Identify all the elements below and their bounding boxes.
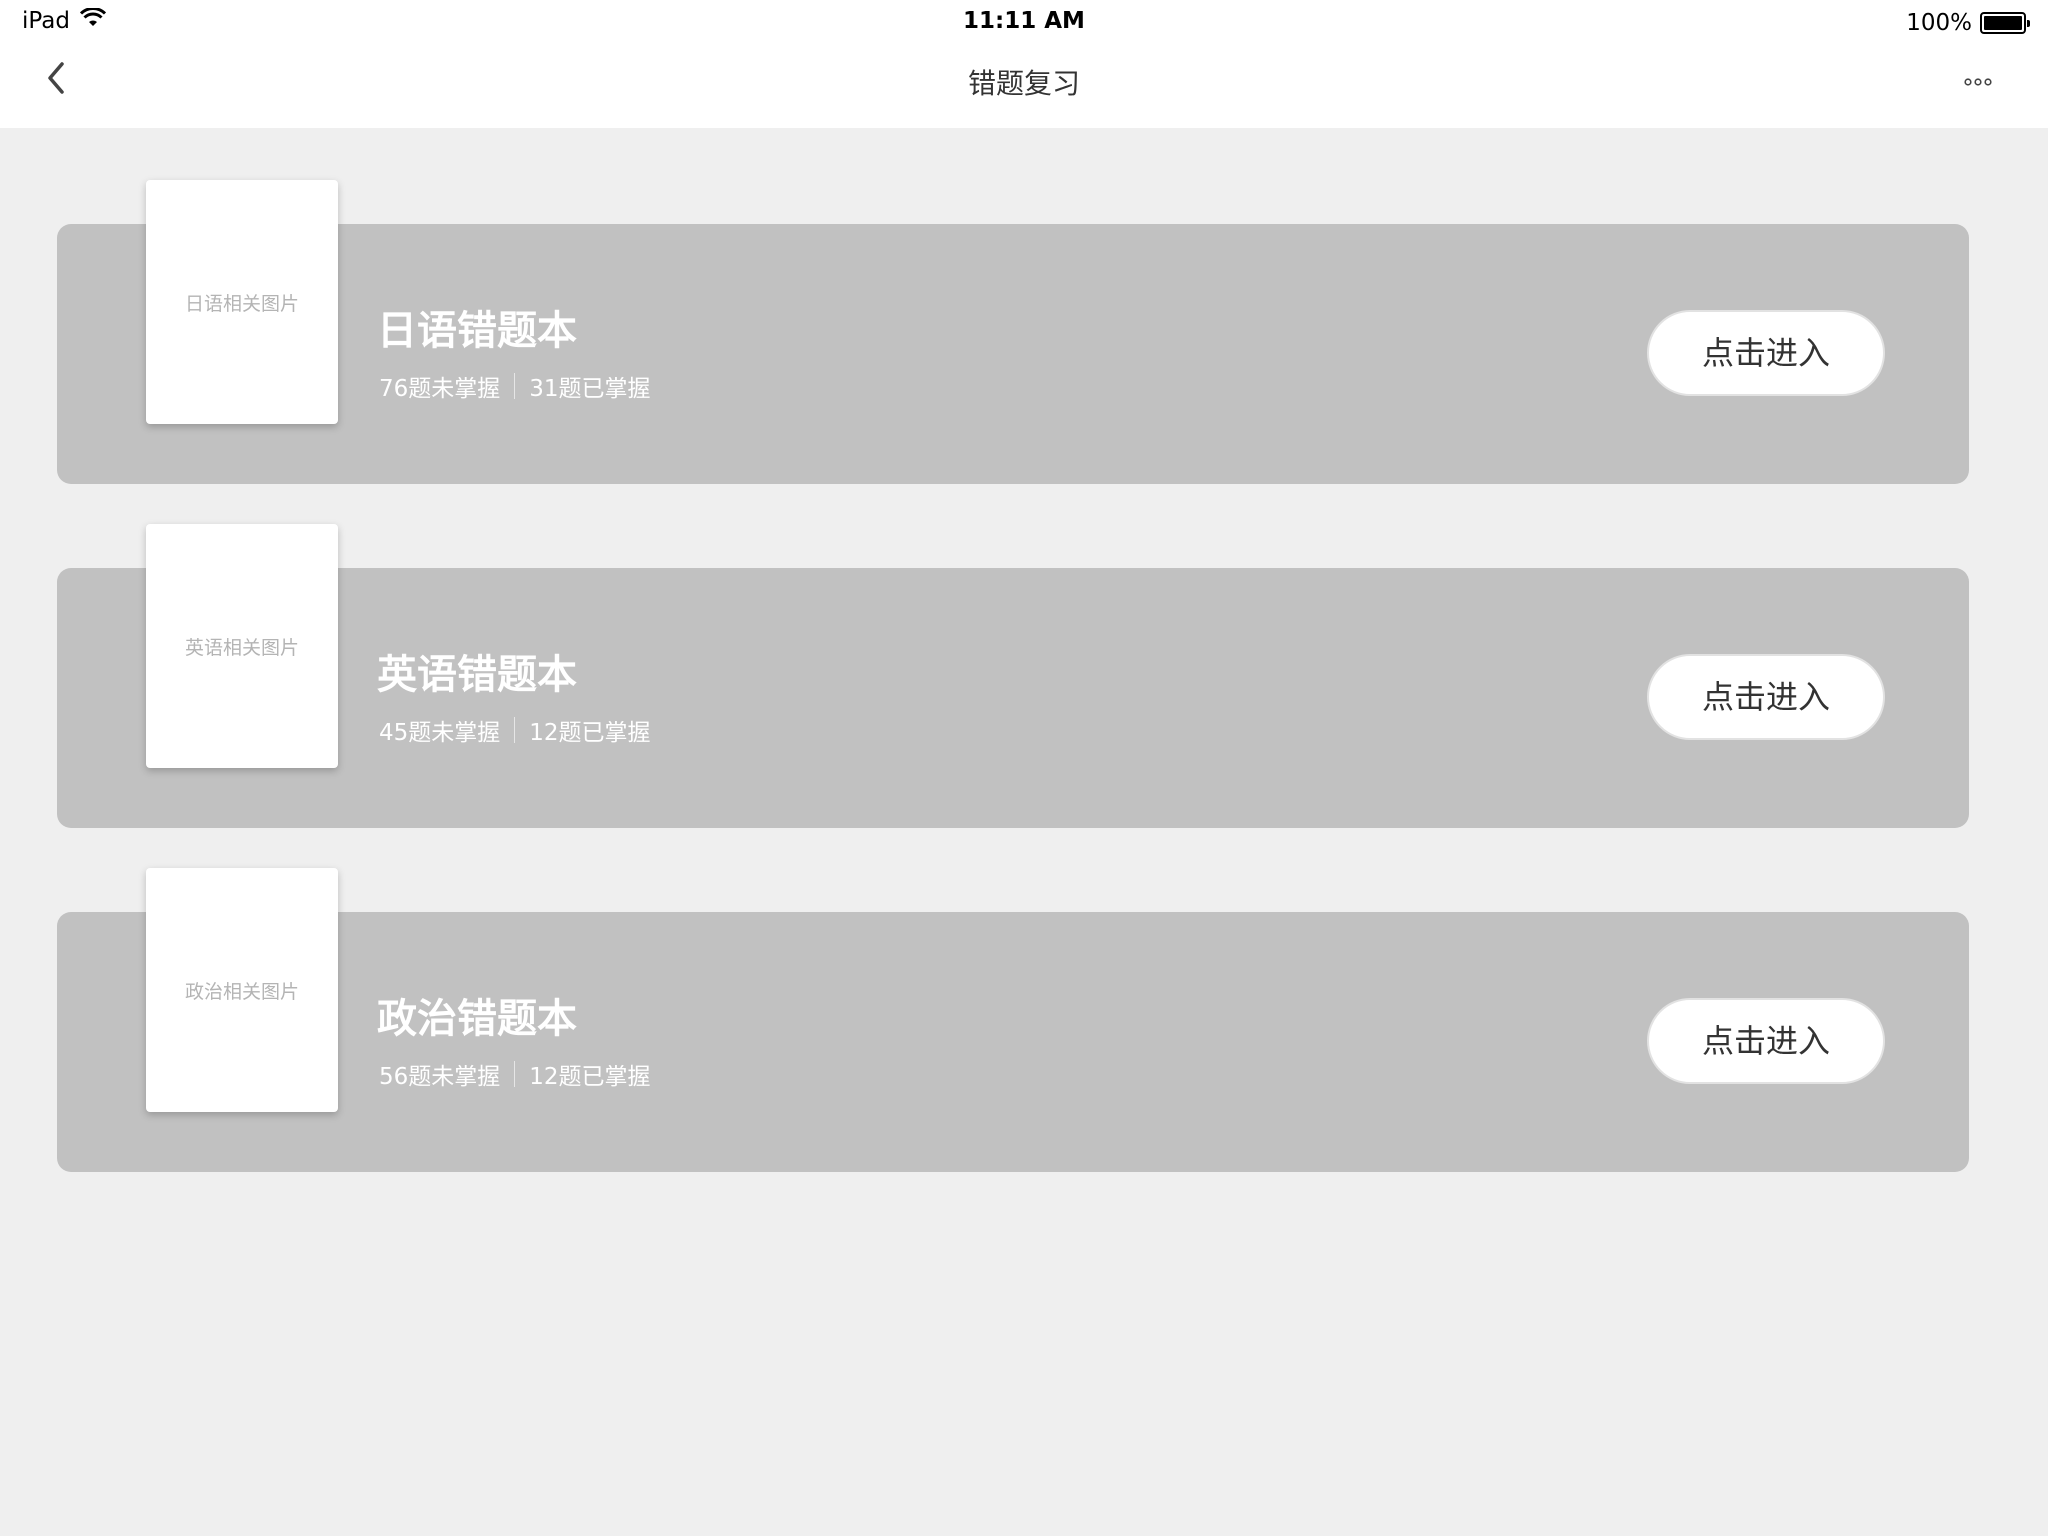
stats-divider <box>514 373 516 399</box>
mastered-count: 12题已掌握 <box>529 720 651 746</box>
notebook-card-english: 英语相关图片 英语错题本 45题未掌握 12题已掌握 点击进入 <box>57 524 1969 828</box>
enter-button[interactable]: 点击进入 <box>1647 310 1885 396</box>
stats-divider <box>514 1061 516 1087</box>
status-bar: iPad 11:11 AM 100% <box>0 0 2048 44</box>
status-time: 11:11 AM <box>963 8 1085 34</box>
notebook-title: 日语错题本 <box>377 308 577 354</box>
status-bar-right: 100% <box>1906 10 2030 36</box>
stats-divider <box>514 717 516 743</box>
notebook-image-placeholder: 日语相关图片 <box>146 180 338 424</box>
notebook-card-politics: 政治相关图片 政治错题本 56题未掌握 12题已掌握 点击进入 <box>57 868 1969 1172</box>
notebook-title: 政治错题本 <box>377 996 577 1042</box>
unmastered-count: 45题未掌握 <box>379 720 501 746</box>
notebook-image-placeholder: 政治相关图片 <box>146 868 338 1112</box>
enter-button[interactable]: 点击进入 <box>1647 654 1885 740</box>
notebook-card-japanese: 日语相关图片 日语错题本 76题未掌握 31题已掌握 点击进入 <box>57 180 1969 484</box>
notebook-stats: 76题未掌握 31题已掌握 <box>379 369 651 403</box>
unmastered-count: 76题未掌握 <box>379 376 501 402</box>
more-button[interactable] <box>1958 64 1998 100</box>
notebook-stats: 45题未掌握 12题已掌握 <box>379 713 651 747</box>
nav-bar: 错题复习 <box>0 44 2048 128</box>
more-icon <box>1964 78 1992 86</box>
enter-button[interactable]: 点击进入 <box>1647 998 1885 1084</box>
notebook-stats: 56题未掌握 12题已掌握 <box>379 1057 651 1091</box>
mastered-count: 31题已掌握 <box>529 376 651 402</box>
battery-percent: 100% <box>1906 10 1972 36</box>
unmastered-count: 56题未掌握 <box>379 1064 501 1090</box>
battery-icon <box>1980 12 2030 34</box>
notebook-title: 英语错题本 <box>377 652 577 698</box>
page-title: 错题复习 <box>967 67 1080 100</box>
mastered-count: 12题已掌握 <box>529 1064 651 1090</box>
notebook-image-placeholder: 英语相关图片 <box>146 524 338 768</box>
